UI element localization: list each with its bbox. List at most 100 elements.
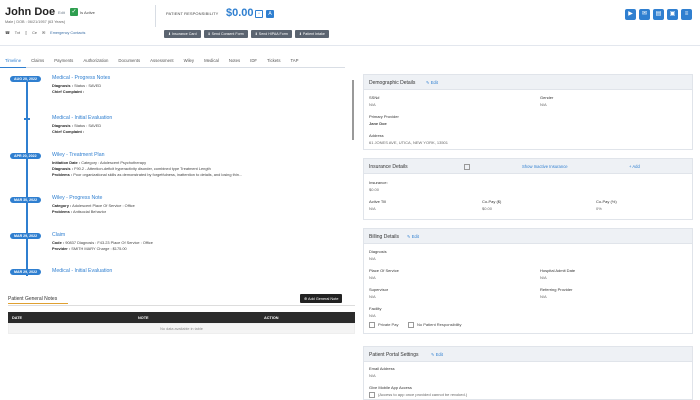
timeline-entry: Claim Code : 90837 Diagnosis : F43.23 Pl… (52, 232, 337, 252)
timeline-entry-line: Problems : Poor organizational skills as… (52, 172, 337, 178)
active-till-value: N/A (369, 206, 376, 211)
line-value: Status : SAVED (72, 123, 102, 128)
col-note[interactable]: NOTE (134, 316, 260, 320)
referring-label: Referring Provider (540, 287, 573, 292)
timeline-entry: Wiley - Treatment Plan Initiation Date :… (52, 152, 337, 178)
header-actions: ⬇ Insurance Card ⬇ Send Consent Form ⬇ S… (164, 30, 329, 38)
billing-edit-link[interactable]: ✎ Edit (407, 234, 419, 239)
header-icon-toolbar: ▶ ✉ ▤ ▣ ≡ (625, 9, 692, 20)
tab-idf[interactable]: IDF (245, 54, 262, 68)
portal-title: Patient Portal Settings (369, 352, 419, 358)
send-hipaa-label: Send HIPAA Form (258, 32, 288, 36)
tab-documents[interactable]: Documents (113, 54, 145, 68)
line-key: Code : (52, 240, 65, 245)
tab-claims[interactable]: Claims (26, 54, 49, 68)
timeline-entry-title[interactable]: Claim (52, 232, 337, 238)
timeline-entry: Medical - Progress Notes Diagnosis : Sta… (52, 75, 337, 95)
private-pay-checkbox[interactable] (369, 322, 375, 328)
no-responsibility-option[interactable]: No Patient Responsibility (408, 322, 461, 328)
ssn-label: SSN# (369, 95, 380, 100)
mobile-access-label: Give Mobile App Access (369, 385, 412, 390)
tab-notes[interactable]: Notes (224, 54, 245, 68)
timeline-entry: Medical - Initial Evaluation Diagnosis :… (52, 115, 337, 135)
email-label: Email Address (369, 366, 395, 371)
portal-edit-link[interactable]: ✎ Edit (431, 352, 443, 357)
insurance-field: Insurance: $0.00 (369, 180, 388, 192)
print-icon[interactable]: ▣ (667, 9, 678, 20)
send-consent-label: Send Consent Form (211, 32, 244, 36)
responsibility-info-icon[interactable]: A (266, 10, 274, 18)
primary-provider-field: Primary Provider Jane Doe (369, 114, 399, 126)
line-key: Problems : (52, 172, 73, 177)
referring-provider-field: Referring Provider N/A (540, 287, 572, 299)
hospital-admit-field: Hospital Admit Date N/A (540, 268, 575, 280)
col-action[interactable]: ACTION (260, 316, 355, 320)
tab-authorization[interactable]: Authorization (78, 54, 113, 68)
emergency-contacts-link[interactable]: Emergency Contacts (50, 31, 85, 35)
mobile-access-checkbox[interactable] (369, 392, 375, 398)
send-hipaa-button[interactable]: ⬇ Send HIPAA Form (250, 30, 292, 38)
patient-tabs: Timeline Claims Payments Authorization D… (0, 54, 345, 68)
timeline-entry: Wiley - Progress Note Category : Adolesc… (52, 195, 337, 215)
timeline-entry-title[interactable]: Medical - Initial Evaluation (52, 115, 337, 121)
line-value: Poor organizational skills as demonstrat… (72, 172, 243, 177)
patient-intake-button[interactable]: ⬇ Patient Intake (294, 30, 329, 38)
line-key: Diagnosis : (52, 166, 73, 171)
diagnosis-field: Diagnosis N/A (369, 249, 387, 261)
no-responsibility-checkbox[interactable] (408, 322, 414, 328)
mobile-access-option[interactable]: (Access to app once provided cannot be r… (369, 392, 467, 398)
facility-label: Facility (369, 306, 382, 311)
no-responsibility-label: No Patient Responsibility (417, 322, 462, 328)
active-check-icon[interactable]: ✓ (70, 8, 78, 16)
tab-tickets[interactable]: Tickets (262, 54, 285, 68)
menu-icon[interactable]: ≡ (681, 9, 692, 20)
responsibility-calendar-icon[interactable]: ▫ (255, 10, 263, 18)
message-icon[interactable]: ✉ (639, 9, 650, 20)
insurance-card-button[interactable]: ⬇ Insurance Card (164, 30, 201, 38)
timeline-entry-title[interactable]: Wiley - Treatment Plan (52, 152, 337, 158)
timeline-entry-title[interactable]: Medical - Progress Notes (52, 75, 337, 81)
line-value: Adolescent Place Of Service : Office (71, 203, 135, 208)
show-inactive-link[interactable]: Show Inactive Insurance (522, 164, 568, 169)
send-consent-button[interactable]: ⬇ Send Consent Form (203, 30, 248, 38)
provider-value: Jane Doe (369, 121, 387, 126)
col-date[interactable]: DATE (8, 316, 134, 320)
document-icon[interactable]: ▤ (653, 9, 664, 20)
tab-wiley[interactable]: Wiley (179, 54, 200, 68)
notes-table-header: DATE NOTE ACTION (8, 312, 355, 323)
timeline-entry-title[interactable]: Medical - Initial Evaluation (52, 268, 337, 274)
video-icon[interactable]: ▶ (625, 9, 636, 20)
insurance-panel: Insurance Details Show Inactive Insuranc… (363, 158, 693, 220)
tab-tap[interactable]: TAP (286, 54, 304, 68)
private-pay-option[interactable]: Private Pay (369, 322, 398, 328)
add-general-note-button[interactable]: ⊕ Add General Note (300, 294, 343, 303)
tab-medical[interactable]: Medical (199, 54, 224, 68)
demographic-edit-link[interactable]: ✎ Edit (426, 80, 438, 85)
ssn-field: SSN# N/A (369, 95, 379, 107)
add-insurance-link[interactable]: + Add (629, 164, 640, 169)
timeline-scrollbar[interactable] (352, 80, 354, 140)
gender-label: Gender (540, 95, 554, 100)
tab-timeline[interactable]: Timeline (0, 54, 27, 68)
provider-label: Primary Provider (369, 114, 399, 119)
email-field: Email Address N/A (369, 366, 395, 378)
copay-label: Co-Pay ($) (482, 199, 502, 204)
tab-assessment[interactable]: Assessment (145, 54, 178, 68)
tab-payments[interactable]: Payments (49, 54, 78, 68)
timeline-date-badge: AUG 20, 2022 (10, 76, 41, 82)
billing-title: Billing Details (369, 234, 400, 240)
edit-patient-link[interactable]: Edit (58, 10, 65, 15)
edit-label: Edit (430, 80, 438, 85)
copay-pct-label: Co-Pay (%) (596, 199, 617, 204)
billing-panel-header: Billing Details ✎ Edit (364, 229, 692, 244)
show-inactive-checkbox[interactable] (464, 164, 470, 170)
ssn-value: N/A (369, 102, 376, 107)
line-value: Status : SAVED (72, 83, 102, 88)
line-value: F90.2 - Attention-deficit hyperactivity … (72, 166, 211, 171)
timeline-entry-line: Chief Complaint : (52, 89, 337, 95)
timeline-entry-line: Chief Complaint : (52, 129, 337, 135)
timeline-entry-title[interactable]: Wiley - Progress Note (52, 195, 337, 201)
patient-name: John Doe (5, 6, 56, 18)
insurance-panel-header: Insurance Details Show Inactive Insuranc… (364, 159, 692, 174)
line-key: Diagnosis : (52, 83, 73, 88)
